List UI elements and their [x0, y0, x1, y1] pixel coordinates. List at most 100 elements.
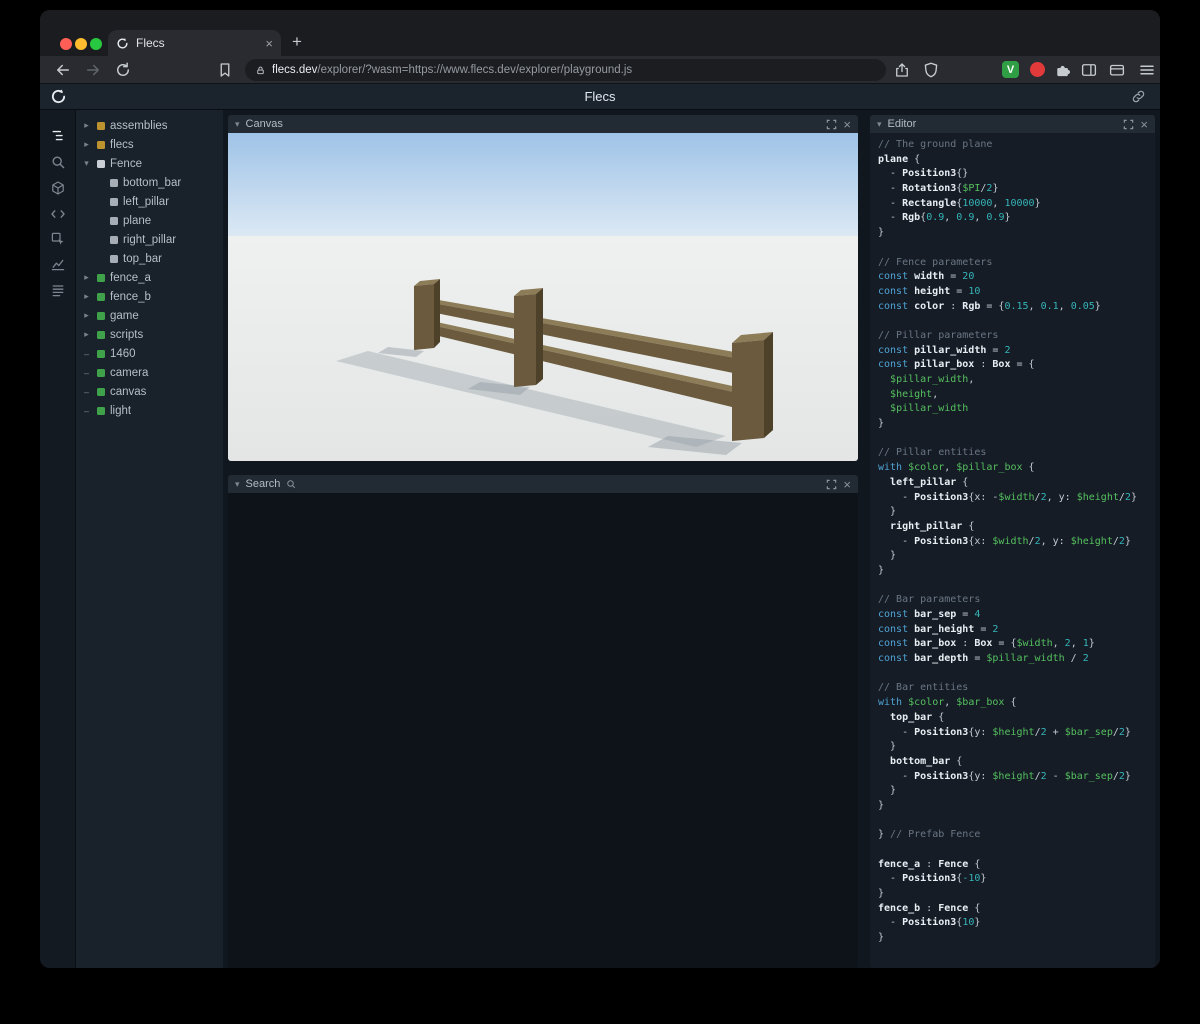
tree-item-light[interactable]: – light	[76, 401, 223, 420]
new-tab-button[interactable]: +	[292, 32, 302, 52]
entity-tree-icon[interactable]	[50, 128, 66, 144]
side-panel-icon[interactable]	[1080, 61, 1098, 79]
code-tool-icon[interactable]	[50, 206, 66, 222]
code-line: }	[878, 418, 885, 430]
tree-item-right_pillar[interactable]: right_pillar	[76, 230, 223, 249]
chevron-right-icon[interactable]: ▸	[81, 329, 92, 340]
bookmark-sidebar-icon[interactable]	[216, 61, 234, 79]
back-icon[interactable]	[54, 61, 72, 79]
module-square-icon	[97, 140, 105, 149]
code-line: // The ground plane	[878, 139, 993, 150]
extension-red-icon[interactable]	[1030, 62, 1045, 77]
chevron-down-icon[interactable]: ▾	[81, 158, 92, 169]
editor-code[interactable]: // The ground plane plane { - Position3{}…	[870, 133, 1155, 968]
entity-square-icon	[97, 387, 105, 396]
close-panel-icon[interactable]: ×	[843, 478, 851, 491]
tree-item-label: left_pillar	[123, 195, 170, 208]
entity-square-icon	[97, 368, 105, 377]
code-line: // Fence parameters	[878, 256, 993, 268]
collapse-panel-icon[interactable]: ▾	[235, 479, 240, 490]
tree-item-label: top_bar	[123, 252, 163, 265]
stats-tool-icon[interactable]	[50, 282, 66, 298]
tree-item-camera[interactable]: – camera	[76, 363, 223, 382]
forward-icon[interactable]	[84, 61, 102, 79]
code-line: }	[878, 785, 897, 797]
collapse-panel-icon[interactable]: ▾	[877, 119, 882, 130]
code-line: }	[878, 888, 885, 900]
code-line: - Rotation3{$PI/2}	[878, 183, 999, 195]
tree-item-scripts[interactable]: ▸ scripts	[76, 325, 223, 344]
extension-v-icon[interactable]: V	[1002, 61, 1019, 78]
code-line: const pillar_width = 2	[878, 344, 1011, 356]
chevron-right-icon[interactable]: ▸	[81, 310, 92, 321]
expand-panel-icon[interactable]	[826, 479, 837, 490]
chevron-right-icon[interactable]: ▸	[81, 272, 92, 283]
search-tool-icon[interactable]	[50, 154, 66, 170]
search-panel-body[interactable]	[228, 493, 858, 968]
brave-shield-icon[interactable]	[922, 61, 940, 79]
tree-item-fence_a[interactable]: ▸ fence_a	[76, 268, 223, 287]
canvas-3d-view[interactable]	[228, 133, 858, 461]
app-title: Flecs	[584, 89, 616, 104]
code-line: with $color, $pillar_box {	[878, 462, 1035, 474]
tree-item-label: light	[110, 404, 132, 417]
tree-item-label: right_pillar	[123, 233, 177, 246]
code-line: top_bar {	[890, 711, 945, 723]
inspect-tool-icon[interactable]	[50, 231, 66, 247]
close-panel-icon[interactable]: ×	[1140, 118, 1148, 131]
entity-tree: ▸ assemblies ▸ flecs ▾ Fence bottom_bar left_pi…	[76, 110, 223, 968]
app-header: Flecs	[40, 84, 1160, 110]
reload-icon[interactable]	[114, 61, 132, 79]
code-line: left_pillar {	[890, 476, 969, 488]
menu-icon[interactable]	[1138, 61, 1156, 79]
canvas-panel: ▾ Canvas ×	[228, 115, 858, 461]
tree-item-fence_b[interactable]: ▸ fence_b	[76, 287, 223, 306]
tree-item-flecs[interactable]: ▸ flecs	[76, 135, 223, 154]
code-line: - Position3{y: $height/2 + $bar_sep/2}	[878, 726, 1131, 738]
chevron-right-icon[interactable]: ▸	[81, 120, 92, 131]
tree-item-Fence[interactable]: ▾ Fence	[76, 154, 223, 173]
chart-tool-icon[interactable]	[50, 256, 66, 272]
search-icon	[287, 480, 296, 489]
share-icon[interactable]	[893, 61, 911, 79]
collapse-panel-icon[interactable]: ▾	[235, 119, 240, 130]
browser-tab[interactable]: Flecs ×	[108, 30, 281, 56]
child-square-icon	[110, 235, 118, 244]
code-line: }	[878, 932, 885, 944]
chevron-right-icon[interactable]: ▸	[81, 291, 92, 302]
url-bar[interactable]: flecs.dev/explorer/?wasm=https://www.fle…	[245, 59, 886, 81]
code-line: // Bar entities	[878, 682, 969, 694]
code-line: fence_b : Fence {	[878, 902, 981, 914]
window-zoom-button[interactable]	[90, 38, 102, 50]
close-panel-icon[interactable]: ×	[843, 118, 851, 131]
tree-item-assemblies[interactable]: ▸ assemblies	[76, 116, 223, 135]
tree-item-1460[interactable]: – 1460	[76, 344, 223, 363]
expand-panel-icon[interactable]	[826, 119, 837, 130]
puzzle-extensions-icon[interactable]	[1054, 61, 1072, 79]
expand-panel-icon[interactable]	[1123, 119, 1134, 130]
chevron-right-icon[interactable]: ▸	[81, 139, 92, 150]
code-line: plane {	[878, 153, 921, 165]
url-text: flecs.dev/explorer/?wasm=https://www.fle…	[272, 64, 632, 76]
code-line: - Position3{-10}	[878, 873, 987, 885]
tree-item-bottom_bar[interactable]: bottom_bar	[76, 173, 223, 192]
tree-item-label: camera	[110, 366, 149, 379]
cube-3d-icon[interactable]	[50, 180, 66, 196]
link-icon[interactable]	[1131, 89, 1146, 104]
tree-item-game[interactable]: ▸ game	[76, 306, 223, 325]
tree-item-canvas[interactable]: – canvas	[76, 382, 223, 401]
prefab-square-icon	[97, 159, 105, 168]
window-minimize-button[interactable]	[75, 38, 87, 50]
code-line: }	[878, 741, 897, 753]
tree-item-left_pillar[interactable]: left_pillar	[76, 192, 223, 211]
tree-item-top_bar[interactable]: top_bar	[76, 249, 223, 268]
tab-title: Flecs	[136, 36, 165, 50]
tab-close-icon[interactable]: ×	[265, 37, 273, 50]
tree-item-plane[interactable]: plane	[76, 211, 223, 230]
code-line: } // Prefab Fence	[878, 829, 981, 841]
editor-panel-title: Editor	[887, 118, 917, 130]
wallet-icon[interactable]	[1108, 61, 1126, 79]
window-close-button[interactable]	[60, 38, 72, 50]
